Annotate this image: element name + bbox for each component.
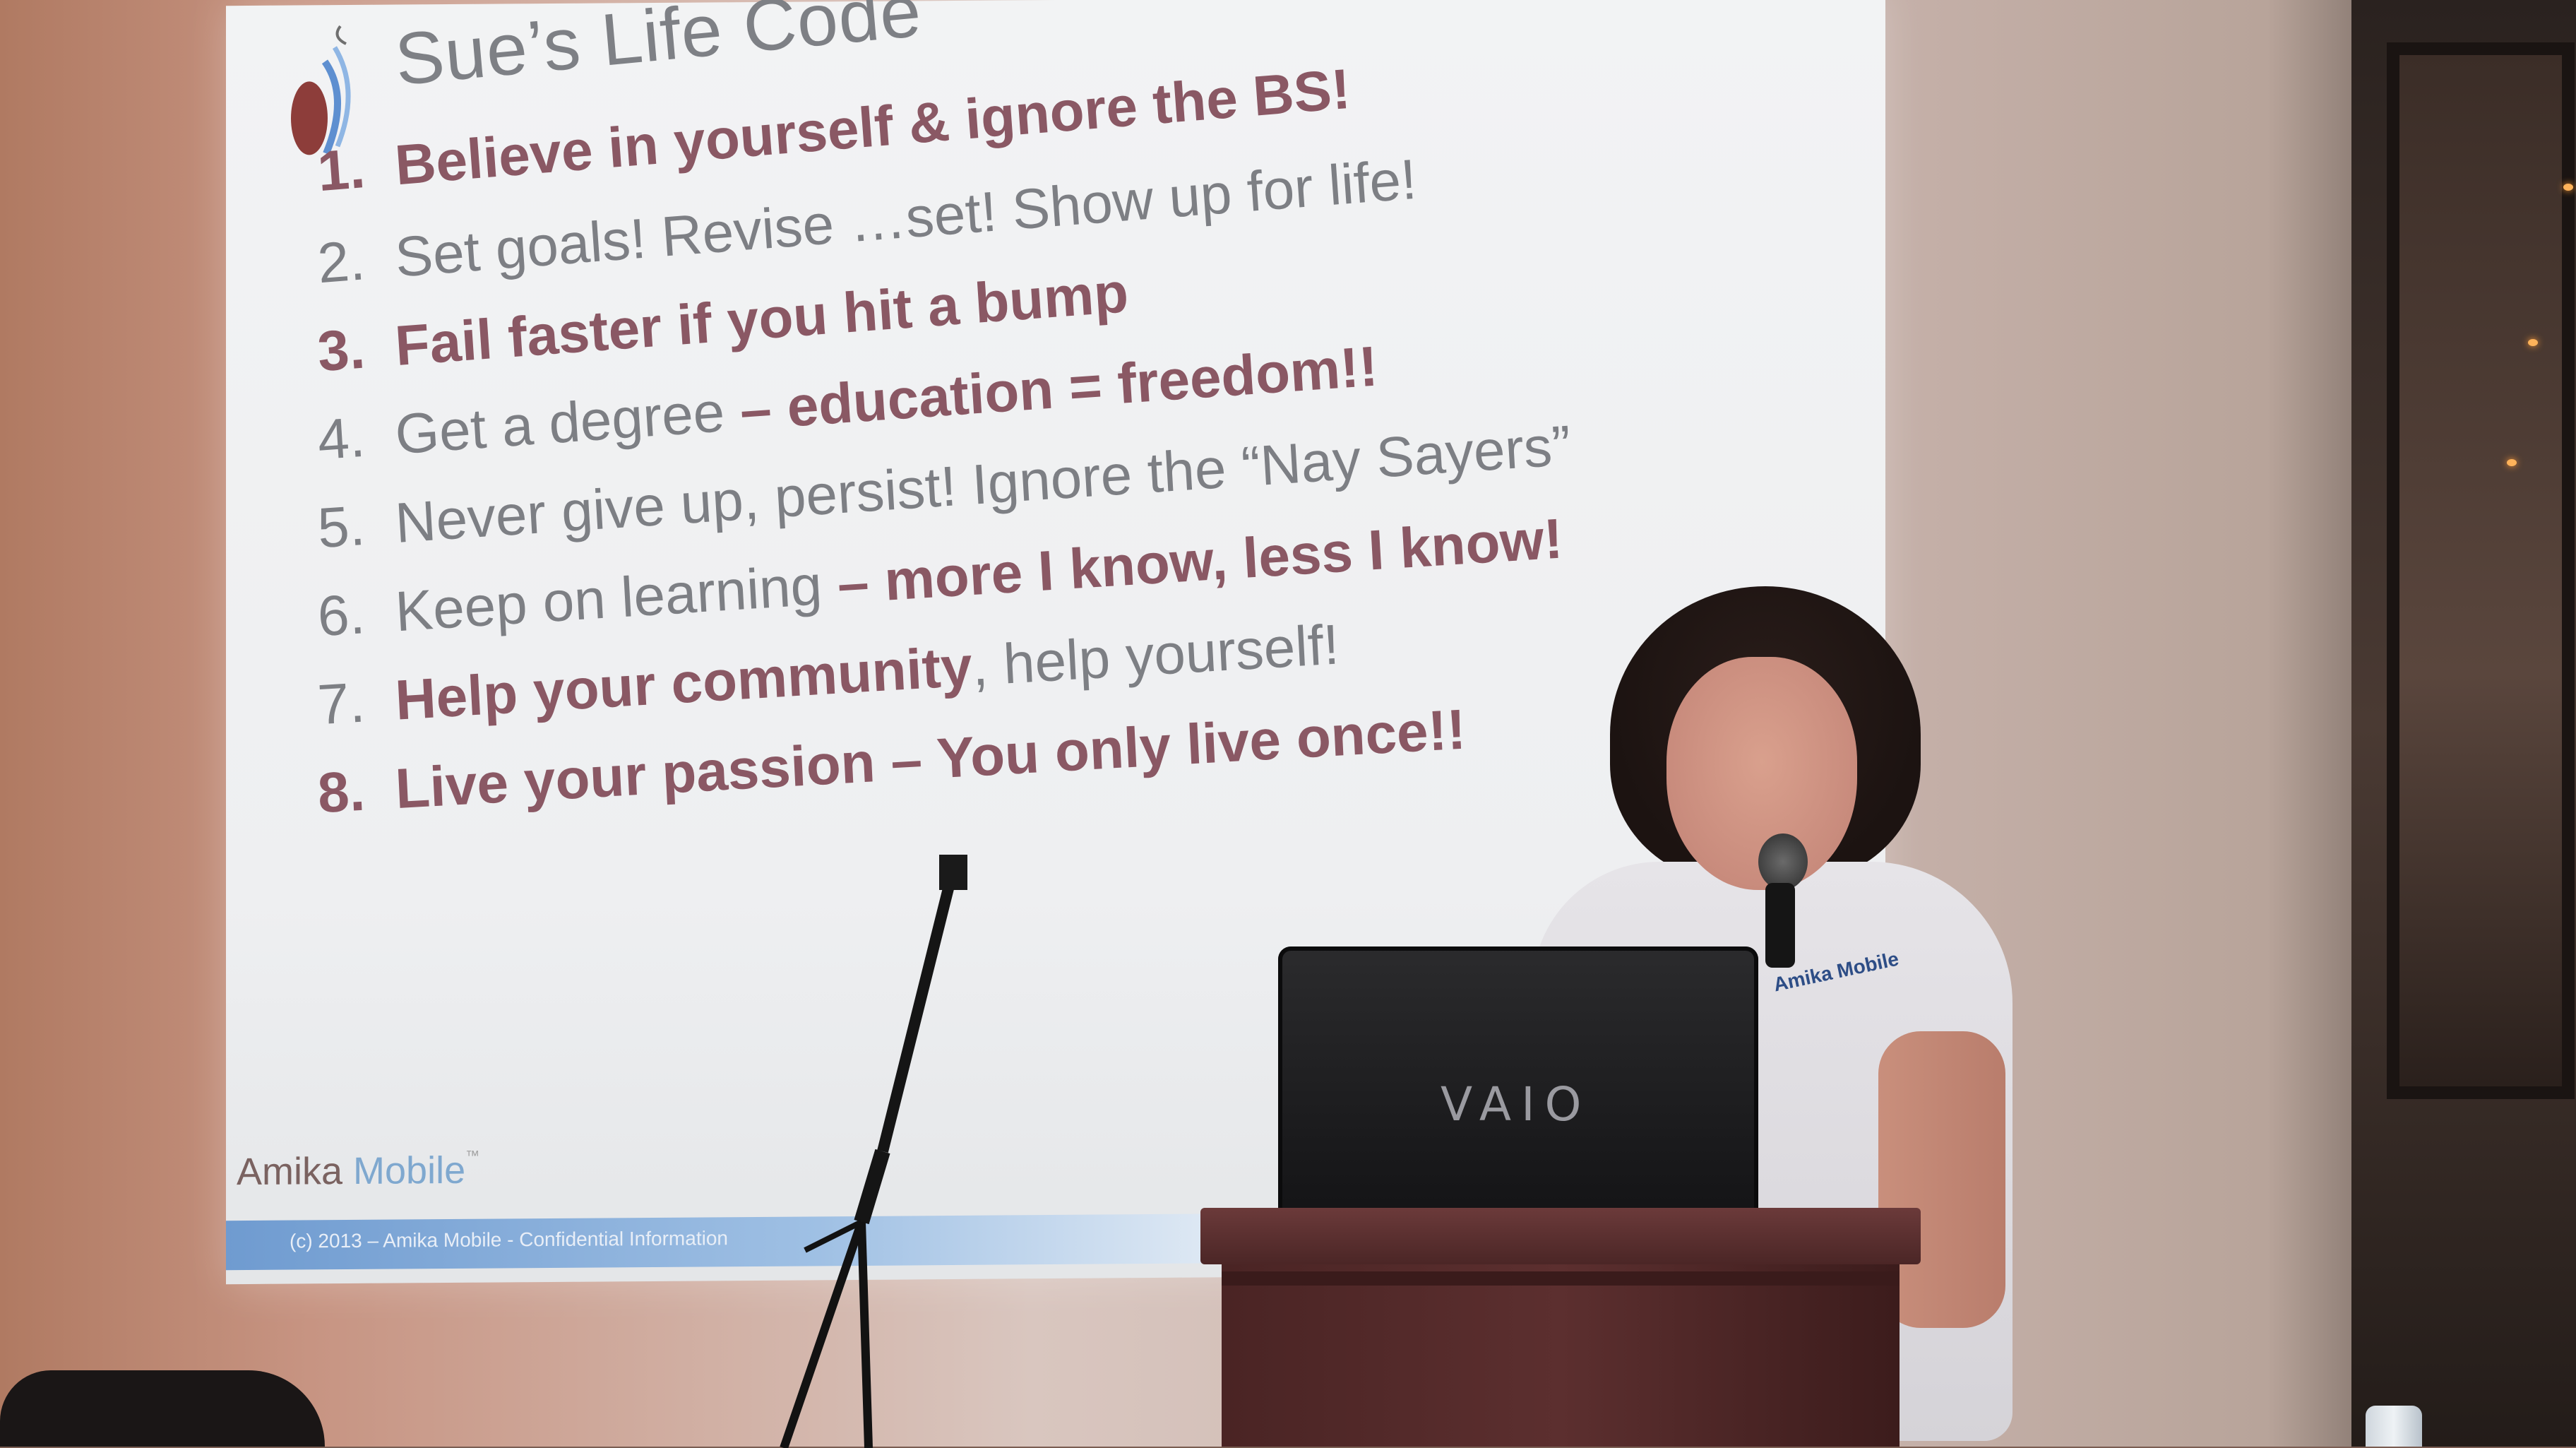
brand-amika: Amika — [237, 1150, 343, 1194]
item-number: 8. — [316, 759, 366, 825]
window-frame — [2387, 42, 2575, 1099]
handheld-microphone-icon — [1758, 833, 1808, 890]
slide-title: Sue’s Life Code — [391, 0, 925, 102]
laptop: VAIO — [1278, 946, 1758, 1215]
laptop-brand-logo: VAIO — [1441, 1077, 1592, 1132]
item-number: 5. — [316, 493, 367, 560]
podium-top — [1200, 1208, 1921, 1264]
right-wall-window — [2351, 0, 2576, 1447]
chair — [0, 1370, 325, 1447]
item-number: 7. — [316, 670, 366, 737]
item-number: 6. — [316, 582, 367, 648]
confidential-notice: (c) 2013 – Amika Mobile - Confidential I… — [290, 1227, 728, 1252]
trademark: ™ — [465, 1148, 480, 1164]
item-number: 3. — [316, 316, 367, 384]
slide-brand: Amika Mobile™ — [237, 1149, 479, 1194]
water-bottle — [2366, 1406, 2422, 1447]
podium — [1200, 1208, 1921, 1447]
microphone-handle — [1765, 883, 1795, 968]
podium-trim — [1222, 1271, 1900, 1286]
brand-mobile: Mobile — [353, 1149, 466, 1192]
ambient-light — [2507, 459, 2517, 466]
life-code-list: 1. Believe in yourself & ignore the BS! 2… — [316, 57, 1659, 824]
ambient-light — [2528, 339, 2538, 346]
slide-footer-bar: (c) 2013 – Amika Mobile - Confidential I… — [226, 1213, 1215, 1271]
ambient-light — [2563, 184, 2573, 191]
podium-body — [1222, 1264, 1900, 1447]
item-number: 1. — [315, 136, 367, 203]
microphone-stand — [780, 855, 967, 1448]
item-number: 4. — [316, 405, 367, 472]
item-number: 2. — [315, 228, 367, 295]
